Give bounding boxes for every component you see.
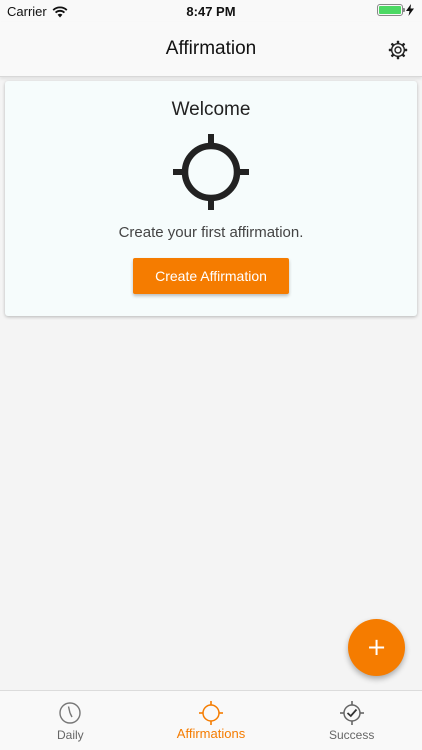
welcome-title: Welcome xyxy=(171,99,251,120)
page-title: Affirmation xyxy=(165,38,257,59)
tab-affirmations-label: Affirmations xyxy=(176,726,246,741)
tab-success[interactable]: Success xyxy=(281,691,422,750)
clock-icon xyxy=(59,702,82,724)
status-bar: Carrier 8:47 PM xyxy=(0,0,422,22)
status-right xyxy=(377,4,414,16)
settings-button[interactable] xyxy=(388,40,408,60)
app-screen: Carrier 8:47 PM Affirmation Welcome Crea… xyxy=(0,0,422,750)
tab-daily[interactable]: Daily xyxy=(0,691,141,750)
crosshair-icon xyxy=(199,701,223,725)
tab-bar: Daily Affirmations Success xyxy=(0,690,422,750)
create-affirmation-button[interactable]: Create Affirmation xyxy=(133,258,289,294)
battery-icon xyxy=(377,4,405,16)
add-affirmation-fab[interactable]: + xyxy=(348,619,405,676)
charging-bolt-icon xyxy=(406,4,414,16)
welcome-card: Welcome Create your first affirmation. C… xyxy=(5,81,417,316)
navigation-bar: Affirmation xyxy=(0,22,422,77)
status-time: 8:47 PM xyxy=(186,4,236,19)
tab-success-label: Success xyxy=(329,728,375,742)
welcome-message: Create your first affirmation. xyxy=(118,224,304,241)
crosshair-target-icon xyxy=(173,134,249,210)
battery-tip xyxy=(403,8,405,12)
tab-daily-label: Daily xyxy=(57,728,84,742)
check-badge-icon xyxy=(339,701,364,725)
tab-affirmations[interactable]: Affirmations xyxy=(141,691,282,750)
gear-icon xyxy=(388,40,408,60)
battery-fill xyxy=(379,6,401,14)
